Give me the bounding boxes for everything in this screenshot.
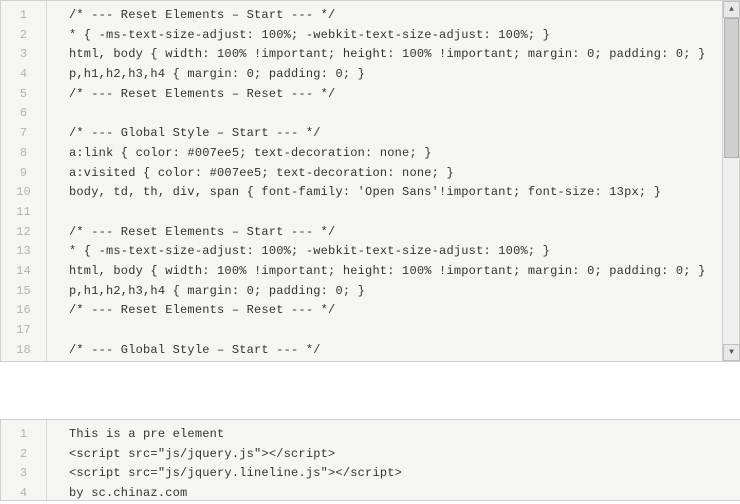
code-line: p,h1,h2,h3,h4 { margin: 0; padding: 0; }: [69, 65, 739, 85]
code-line: a:visited { color: #007ee5; text-decorat…: [69, 164, 739, 184]
line-number: 1: [1, 6, 46, 26]
scroll-thumb[interactable]: [724, 18, 739, 158]
scroll-up-button[interactable]: ▲: [723, 1, 740, 18]
line-number: 18: [1, 341, 46, 361]
triangle-up-icon: ▲: [729, 5, 734, 14]
code-line: /* --- Global Style – Start --- */: [69, 124, 739, 144]
line-number: 9: [1, 164, 46, 184]
line-number: 5: [1, 85, 46, 105]
line-number: 2: [1, 26, 46, 46]
code-line: /* --- Reset Elements – Reset --- */: [69, 301, 739, 321]
code-editor-top: 123456789101112131415161718 /* --- Reset…: [0, 0, 740, 362]
line-number: 15: [1, 282, 46, 302]
code-line: /* --- Reset Elements – Start --- */: [69, 6, 739, 26]
code-line: a:link { color: #007ee5; text-decoration…: [69, 144, 739, 164]
code-line: /* --- Reset Elements – Start --- */: [69, 223, 739, 243]
code-line: [69, 321, 739, 341]
line-number: 4: [1, 65, 46, 85]
code-line: html, body { width: 100% !important; hei…: [69, 45, 739, 65]
line-number: 7: [1, 124, 46, 144]
gutter-bottom: 1234: [1, 420, 47, 500]
line-number: 16: [1, 301, 46, 321]
line-number: 14: [1, 262, 46, 282]
line-number: 2: [1, 445, 46, 465]
code-line: by sc.chinaz.com: [69, 484, 740, 500]
line-number: 12: [1, 223, 46, 243]
code-line: * { -ms-text-size-adjust: 100%; -webkit-…: [69, 26, 739, 46]
code-line: This is a pre element: [69, 425, 740, 445]
line-number: 1: [1, 425, 46, 445]
line-number: 8: [1, 144, 46, 164]
line-number: 11: [1, 203, 46, 223]
code-area-top[interactable]: /* --- Reset Elements – Start --- */* { …: [47, 1, 739, 361]
line-number: 17: [1, 321, 46, 341]
code-line: [69, 203, 739, 223]
code-line: [69, 104, 739, 124]
code-line: <script src="js/jquery.lineline.js"></sc…: [69, 464, 740, 484]
code-line: <script src="js/jquery.js"></script>: [69, 445, 740, 465]
code-line: * { -ms-text-size-adjust: 100%; -webkit-…: [69, 242, 739, 262]
code-line: p,h1,h2,h3,h4 { margin: 0; padding: 0; }: [69, 282, 739, 302]
code-area-bottom[interactable]: This is a pre element<script src="js/jqu…: [47, 420, 740, 500]
line-number: 10: [1, 183, 46, 203]
line-number: 3: [1, 45, 46, 65]
code-editor-bottom: 1234 This is a pre element<script src="j…: [0, 419, 740, 501]
code-line: html, body { width: 100% !important; hei…: [69, 262, 739, 282]
code-line: body, td, th, div, span { font-family: '…: [69, 183, 739, 203]
scrollbar[interactable]: ▲ ▼: [722, 1, 739, 361]
code-line: /* --- Global Style – Start --- */: [69, 341, 739, 361]
line-number: 6: [1, 104, 46, 124]
line-number: 3: [1, 464, 46, 484]
line-number: 13: [1, 242, 46, 262]
code-line: /* --- Reset Elements – Reset --- */: [69, 85, 739, 105]
scroll-down-button[interactable]: ▼: [723, 344, 740, 361]
triangle-down-icon: ▼: [729, 348, 734, 357]
gutter-top: 123456789101112131415161718: [1, 1, 47, 361]
